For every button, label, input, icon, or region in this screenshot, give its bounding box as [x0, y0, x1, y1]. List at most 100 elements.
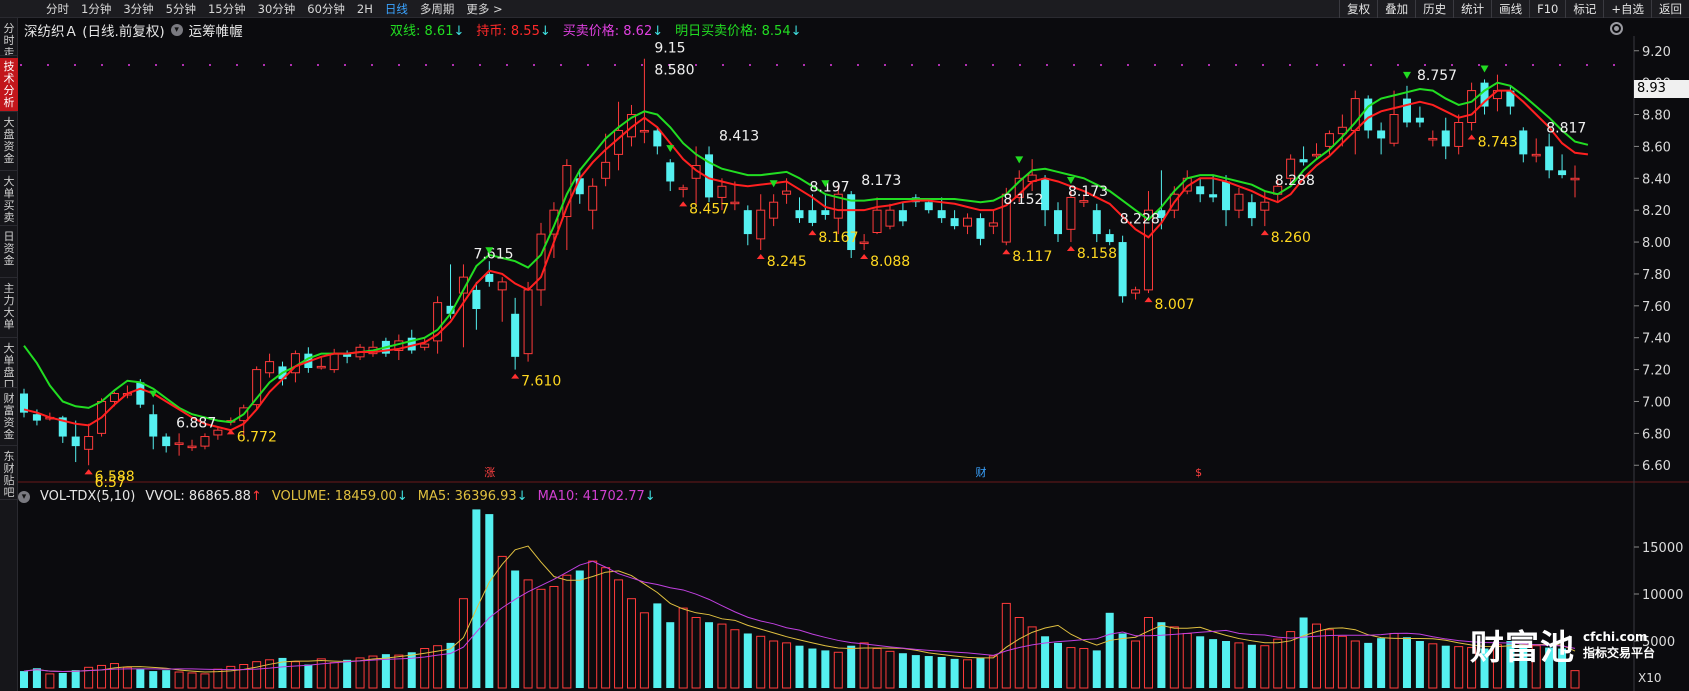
- high-annotation: 8.817: [1546, 120, 1586, 136]
- top-marker: [587, 64, 589, 66]
- top-marker: [1127, 64, 1129, 66]
- candle-body: [976, 218, 985, 239]
- volume-bar: [549, 585, 559, 689]
- candle-body: [1558, 170, 1567, 176]
- volume-bar: [122, 666, 132, 689]
- volume-bar: [1428, 643, 1438, 689]
- top-marker: [101, 64, 103, 66]
- volume-bar: [653, 603, 662, 688]
- candle-body: [821, 210, 830, 215]
- volume-bar: [885, 650, 895, 689]
- volume-bar: [472, 509, 481, 688]
- low-marker: [1144, 297, 1153, 303]
- low-annotation: 8.457: [689, 201, 729, 217]
- volume-bar: [162, 670, 171, 688]
- candle-body: [420, 343, 430, 348]
- volume-bar: [601, 567, 611, 689]
- low-annotation: 6.772: [237, 429, 277, 445]
- volume-bar: [394, 654, 404, 689]
- volume-bar: [1092, 650, 1101, 688]
- candle-body: [511, 313, 520, 357]
- volume-bar: [1299, 617, 1308, 688]
- low-marker: [511, 373, 520, 379]
- volume-bar: [536, 588, 546, 689]
- volume-bar: [963, 659, 973, 689]
- high-annotation: 9.15: [654, 41, 685, 57]
- candle-body: [614, 129, 624, 155]
- volume-bar: [1311, 623, 1322, 689]
- volume-bar: [97, 664, 107, 689]
- volume-bar: [1014, 617, 1024, 689]
- volume-bar: [666, 622, 675, 688]
- candle-body: [1053, 210, 1063, 235]
- top-marker: [371, 64, 373, 66]
- low-annotation: 8.088: [870, 254, 910, 270]
- volume-bar: [588, 560, 598, 689]
- high-annotation: 8.173: [1068, 184, 1108, 200]
- high-annotation: 8.288: [1275, 173, 1315, 189]
- top-marker: [1235, 64, 1237, 66]
- volume-bar: [911, 655, 920, 688]
- high-annotation: 6.887: [176, 415, 216, 431]
- volume-bar: [743, 633, 752, 688]
- top-marker: [1073, 64, 1075, 66]
- top-marker: [992, 64, 994, 66]
- volume-bar: [937, 656, 946, 688]
- candle-body: [187, 445, 197, 449]
- price-tick-label: 6.80: [1642, 427, 1671, 442]
- candle-body: [872, 209, 882, 233]
- volume-bar: [898, 653, 907, 688]
- candle-body: [666, 162, 675, 182]
- candle-body: [84, 436, 94, 450]
- low-annotation: 8.245: [767, 254, 807, 270]
- volume-bar: [614, 579, 624, 689]
- top-marker: [74, 64, 76, 66]
- candle-body: [1234, 193, 1244, 211]
- candle-body: [174, 442, 184, 445]
- volume-bar: [1209, 639, 1218, 688]
- volume-bar: [639, 612, 649, 689]
- candle-body: [808, 210, 817, 223]
- candle-body: [653, 130, 662, 147]
- top-marker: [560, 64, 562, 66]
- top-marker: [425, 64, 427, 66]
- high-annotation: 8.152: [1003, 192, 1043, 208]
- volume-bar: [174, 671, 184, 689]
- volume-bar: [368, 655, 378, 689]
- volume-bar: [71, 670, 80, 688]
- candle-body: [149, 414, 158, 437]
- candle-body: [756, 209, 766, 240]
- kline-chart[interactable]: 9.209.008.808.608.408.208.007.807.607.40…: [0, 0, 1689, 691]
- volume-bar: [821, 650, 830, 688]
- top-marker: [749, 64, 751, 66]
- low-marker: [1467, 134, 1476, 140]
- volume-bar: [1389, 632, 1399, 689]
- low-annotation: 8.167: [818, 230, 858, 246]
- top-marker: [182, 64, 184, 66]
- volume-bar: [950, 658, 959, 688]
- low-annotation: 8.158: [1077, 246, 1117, 262]
- candle-body: [1311, 153, 1322, 157]
- top-marker: [1019, 64, 1021, 66]
- volume-bar: [1415, 641, 1424, 688]
- volume-bar: [575, 570, 584, 688]
- candle-body: [1131, 289, 1141, 294]
- candle-body: [782, 190, 792, 195]
- top-marker: [1343, 64, 1345, 66]
- candle-body: [536, 233, 546, 291]
- price-tick-label: 9.20: [1642, 45, 1671, 60]
- volume-bar: [1570, 670, 1580, 689]
- high-annotation: 8.757: [1417, 68, 1457, 84]
- signal-arrow: [666, 145, 675, 153]
- price-tick-label: 7.80: [1642, 268, 1671, 283]
- price-tick-label: 8.40: [1642, 172, 1671, 187]
- top-marker: [1613, 64, 1615, 66]
- volume-tick-label: 10000: [1642, 588, 1683, 603]
- zoom-label[interactable]: X10: [1638, 671, 1662, 685]
- candle-body: [136, 382, 145, 405]
- top-marker: [776, 64, 778, 66]
- candle-body: [730, 201, 740, 205]
- volume-bar: [1066, 647, 1076, 689]
- low-annotation: 6.57: [95, 475, 126, 491]
- top-marker: [1370, 64, 1372, 66]
